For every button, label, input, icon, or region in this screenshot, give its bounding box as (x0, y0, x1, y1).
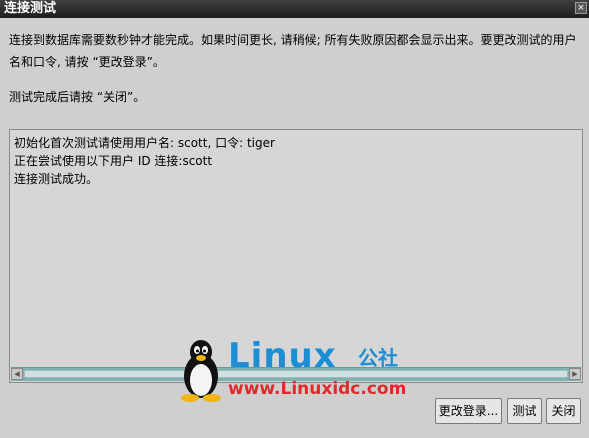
close-instructions-text: 测试完成后请按 “关闭”。 (9, 90, 146, 104)
log-line: 初始化首次测试请使用用户名: scott, 口令: tiger (14, 136, 275, 150)
penguin-icon (181, 340, 221, 402)
test-log-text: 初始化首次测试请使用用户名: scott, 口令: tiger 正在尝试使用以下… (14, 134, 275, 188)
linuxidc-watermark: Linux 公社 www.Linuxidc.com (176, 336, 416, 402)
watermark-url: www.Linuxidc.com (228, 379, 407, 399)
log-line: 正在尝试使用以下用户 ID 连接:scott (14, 154, 213, 168)
window-close-icon[interactable]: × (575, 2, 587, 14)
log-line: 连接测试成功。 (14, 172, 99, 186)
test-button[interactable]: 测试 (507, 398, 542, 424)
instructions-text: 连接到数据库需要数秒钟才能完成。如果时间更长, 请稍候; 所有失败原因都会显示出… (9, 33, 577, 69)
window-title: 连接测试 (4, 1, 57, 16)
watermark-brand: Linux (228, 336, 337, 376)
window-titlebar: 连接测试 × (0, 0, 589, 18)
scroll-right-icon[interactable]: ▶ (569, 368, 581, 380)
close-button[interactable]: 关闭 (546, 398, 581, 424)
scroll-left-icon[interactable]: ◀ (11, 368, 23, 380)
change-login-button[interactable]: 更改登录... (435, 398, 502, 424)
watermark-brand-cn: 公社 (358, 346, 398, 370)
